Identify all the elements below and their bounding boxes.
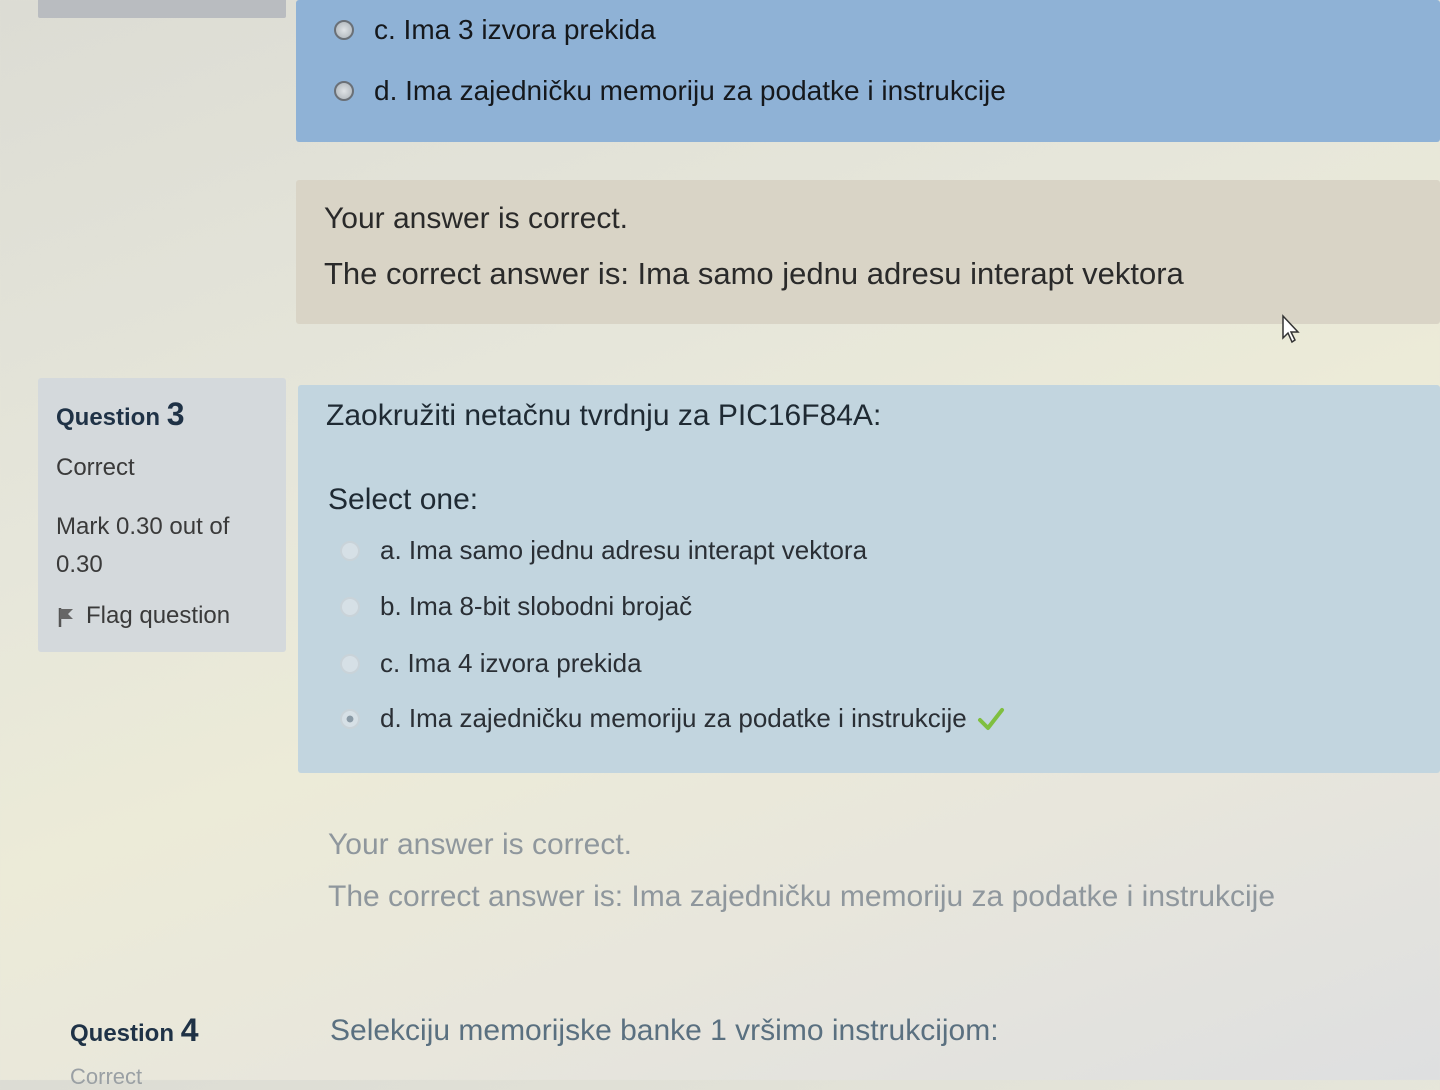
radio-button[interactable] bbox=[334, 81, 354, 101]
question-state: Correct bbox=[56, 454, 135, 481]
question-4-number: Question 4 bbox=[70, 1012, 198, 1049]
question-2-feedback: Your answer is correct. The correct answ… bbox=[296, 180, 1440, 324]
question-3-info: Question 3 Correct Mark 0.30 out of 0.30… bbox=[38, 378, 286, 652]
q2-option-d[interactable]: d. Ima zajedničku memoriju za podatke i … bbox=[334, 75, 1006, 107]
mouse-cursor-icon bbox=[1282, 314, 1300, 344]
radio-button[interactable] bbox=[340, 596, 360, 617]
flag-question-link[interactable]: Flag question bbox=[56, 602, 230, 630]
q3-feedback-correct-answer: The correct answer is: Ima zajedničku me… bbox=[328, 880, 1276, 913]
question-grade: Mark 0.30 out of 0.30 bbox=[56, 513, 230, 578]
question-4-state: Correct bbox=[70, 1064, 143, 1089]
option-label: d. Ima zajedničku memoriju za podatke i … bbox=[380, 703, 967, 733]
feedback-correct-answer: The correct answer is: Ima samo jednu ad… bbox=[324, 256, 1184, 291]
radio-button[interactable] bbox=[340, 540, 360, 561]
question-number-value: 4 bbox=[180, 1012, 199, 1048]
feedback-status: Your answer is correct. bbox=[324, 202, 629, 235]
question-4-prompt: Selekciju memorijske banke 1 vršimo inst… bbox=[330, 1014, 999, 1047]
radio-button[interactable] bbox=[340, 653, 360, 674]
radio-button[interactable] bbox=[334, 20, 354, 40]
question-number-value: 3 bbox=[166, 396, 185, 432]
option-label: a. Ima samo jednu adresu interapt vektor… bbox=[380, 535, 868, 565]
flag-icon bbox=[58, 607, 73, 627]
previous-question-info-block bbox=[38, 0, 286, 18]
question-label: Question bbox=[70, 1020, 175, 1047]
option-label: c. Ima 4 izvora prekida bbox=[380, 648, 642, 678]
option-label: c. Ima 3 izvora prekida bbox=[374, 14, 656, 45]
q3-option-a[interactable]: a. Ima samo jednu adresu interapt vektor… bbox=[340, 535, 867, 566]
select-one-label: Select one: bbox=[328, 483, 479, 516]
question-2-formulation: c. Ima 3 izvora prekida d. Ima zajedničk… bbox=[296, 0, 1440, 142]
check-icon bbox=[977, 707, 1004, 730]
radio-button-selected[interactable] bbox=[340, 708, 360, 729]
question-prompt: Zaokružiti netačnu tvrdnju za PIC16F84A: bbox=[326, 399, 882, 432]
question-label: Question bbox=[56, 404, 161, 431]
q3-feedback-status: Your answer is correct. bbox=[328, 828, 633, 861]
question-3-formulation: Zaokružiti netačnu tvrdnju za PIC16F84A:… bbox=[298, 385, 1440, 773]
flag-question-label: Flag question bbox=[86, 602, 231, 629]
option-label: d. Ima zajedničku memoriju za podatke i … bbox=[374, 75, 1006, 106]
q3-option-d[interactable]: d. Ima zajedničku memoriju za podatke i … bbox=[340, 703, 1005, 734]
q3-option-c[interactable]: c. Ima 4 izvora prekida bbox=[340, 648, 642, 679]
question-number: Question 3 bbox=[56, 396, 184, 433]
option-label: b. Ima 8-bit slobodni brojač bbox=[380, 591, 693, 621]
q2-option-c[interactable]: c. Ima 3 izvora prekida bbox=[334, 14, 656, 46]
q3-option-b[interactable]: b. Ima 8-bit slobodni brojač bbox=[340, 591, 692, 622]
